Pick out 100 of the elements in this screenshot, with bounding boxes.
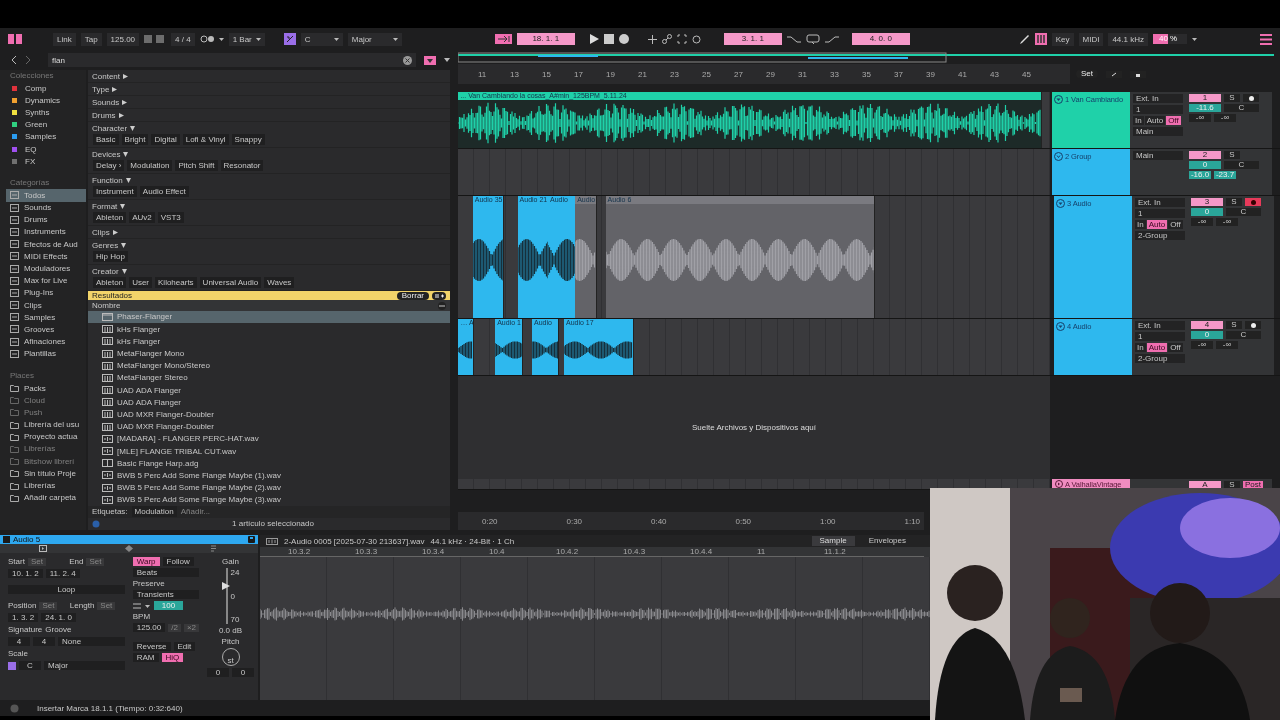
track-activator[interactable]: 1 <box>1189 94 1221 102</box>
time-ruler[interactable]: 0:20 0:30 0:40 0:50 1:00 1:10 <box>458 512 924 530</box>
category-item[interactable]: Plantillas <box>6 347 86 360</box>
hiq-button[interactable]: HiQ <box>161 653 184 662</box>
signature-field[interactable]: 4 / 4 <box>171 32 195 46</box>
fold-icon[interactable] <box>1054 95 1063 104</box>
collection-item[interactable]: Comp <box>6 82 86 95</box>
filter-tag[interactable]: Snappy <box>231 134 265 145</box>
more-icon[interactable] <box>438 301 446 310</box>
tap-button[interactable]: Tap <box>80 32 102 46</box>
filter-tag[interactable]: Resonator <box>220 160 264 171</box>
category-item[interactable]: Efectos de Aud <box>6 238 86 251</box>
tempo-field[interactable]: 125.00 <box>106 32 140 46</box>
pencil-icon[interactable] <box>1018 33 1030 45</box>
view-tab[interactable]: Sample <box>811 536 855 546</box>
monitor-button[interactable]: Off <box>1168 220 1183 229</box>
end-field[interactable]: 11. 2. 4 <box>45 569 80 578</box>
filter-tag[interactable]: Kilohearts <box>155 277 197 288</box>
monitor-button[interactable]: Auto <box>1144 116 1166 125</box>
result-item[interactable]: UAD ADA Flanger <box>88 396 450 409</box>
filter-tag[interactable]: Instrument <box>93 186 137 197</box>
capture-icon[interactable] <box>676 34 687 44</box>
pan-field[interactable]: C <box>1224 104 1259 112</box>
cents-field[interactable]: 0 <box>232 668 254 677</box>
filter-tag[interactable]: User <box>129 277 153 288</box>
filter-tag[interactable]: Bright <box>121 134 149 145</box>
punch-out-icon[interactable] <box>824 34 839 44</box>
monitor-button[interactable]: In <box>1135 343 1146 352</box>
mode-dropdown[interactable]: Major <box>44 661 125 670</box>
column-header[interactable]: Nombre <box>92 301 121 311</box>
automation-icon[interactable] <box>661 34 672 44</box>
input-dropdown[interactable]: Ext. In <box>1135 198 1185 207</box>
clear-button[interactable]: Borrar <box>396 291 429 300</box>
length-field[interactable]: 24. 1. 0 <box>41 613 76 622</box>
arm-button[interactable] <box>1245 321 1261 329</box>
monitor-button[interactable]: In <box>1135 220 1146 229</box>
place-item[interactable]: Librería del usu <box>6 418 86 431</box>
collection-item[interactable]: Green <box>6 118 86 131</box>
place-item[interactable]: Proyecto actua <box>6 430 86 443</box>
filter-icon[interactable] <box>424 55 436 65</box>
place-item[interactable]: Añadir carpeta <box>6 491 86 504</box>
bar-ruler[interactable]: 11 13 15 17 19 21 23 25 27 29 31 33 35 37 39 41 43 45 <box>458 64 1070 84</box>
caret-icon[interactable] <box>1192 37 1197 41</box>
solo-button[interactable]: S <box>1224 94 1240 102</box>
play-icon[interactable] <box>589 34 599 44</box>
channel-dropdown[interactable]: 1 <box>1133 105 1183 114</box>
output-dropdown[interactable]: Main <box>1133 127 1183 136</box>
filter-header[interactable]: Type <box>92 84 118 94</box>
back-icon[interactable] <box>12 56 17 64</box>
result-item[interactable]: Basic Flange Harp.adg <box>88 457 450 470</box>
pan-field[interactable]: C <box>1226 331 1261 339</box>
tag-chip[interactable]: Modulation <box>131 506 177 518</box>
filter-tag[interactable]: AUv2 <box>129 212 155 223</box>
stop-icon[interactable] <box>603 34 614 44</box>
warp-tab-icon[interactable] <box>125 545 133 552</box>
signature-numerator[interactable]: 4 <box>8 637 30 646</box>
edit-button[interactable]: Edit <box>173 642 196 651</box>
search-field[interactable]: flan <box>48 53 416 67</box>
track-activator[interactable]: 2 <box>1189 151 1221 159</box>
filter-tag[interactable]: Basic <box>93 134 119 145</box>
filter-header[interactable]: Clips <box>92 227 118 237</box>
filter-header[interactable]: Devices <box>92 149 129 159</box>
collection-item[interactable]: Synths <box>6 106 86 119</box>
caret-icon[interactable] <box>444 58 450 62</box>
filter-tag[interactable]: Modulation <box>127 160 173 171</box>
add-icon[interactable] <box>432 291 446 300</box>
follow-button[interactable]: Follow <box>162 557 194 566</box>
key-dropdown[interactable]: C <box>19 661 41 670</box>
semitones-field[interactable]: 0 <box>207 668 229 677</box>
place-item[interactable]: Sin título Proje <box>6 467 86 480</box>
result-item[interactable]: MetaFlanger Stereo <box>88 371 450 384</box>
clear-icon[interactable] <box>403 55 412 65</box>
scale-icon[interactable] <box>283 33 296 45</box>
filter-tag[interactable]: Lofi & Vinyl <box>182 134 229 145</box>
follow-icon[interactable] <box>494 34 512 44</box>
clip-title-bar[interactable]: Audio 5 <box>0 535 258 544</box>
fold-icon[interactable] <box>1054 152 1063 161</box>
filter-header[interactable]: Sounds <box>92 97 128 107</box>
record-icon[interactable] <box>618 34 629 44</box>
monitor-button[interactable]: In <box>1133 116 1144 125</box>
monitor-button[interactable]: Off <box>1166 116 1181 125</box>
place-item[interactable]: Librerías <box>6 479 86 492</box>
filter-tag[interactable]: Universal Audio <box>199 277 262 288</box>
filter-header[interactable]: Content <box>92 71 129 81</box>
track-activator[interactable]: 3 <box>1191 198 1223 206</box>
result-item[interactable]: kHs Flanger <box>88 335 450 348</box>
warp-button[interactable]: Warp <box>132 557 160 566</box>
category-item[interactable]: Grooves <box>6 323 86 336</box>
quantize-dropdown[interactable]: 1 Bar <box>228 32 265 46</box>
pan-field[interactable]: C <box>1224 161 1259 169</box>
result-item[interactable]: MetaFlanger Mono <box>88 347 450 360</box>
track-activator[interactable]: 4 <box>1191 321 1223 329</box>
plus-icon[interactable] <box>647 34 657 44</box>
key-map-button[interactable]: Key <box>1051 32 1074 46</box>
start-field[interactable]: 10. 1. 2 <box>8 569 43 578</box>
menu-icon[interactable] <box>1260 33 1272 45</box>
loop-button[interactable]: Loop <box>8 585 125 594</box>
audio-tab-icon[interactable] <box>211 545 219 552</box>
track-lane[interactable] <box>458 479 1050 489</box>
arm-button[interactable] <box>1243 94 1259 102</box>
